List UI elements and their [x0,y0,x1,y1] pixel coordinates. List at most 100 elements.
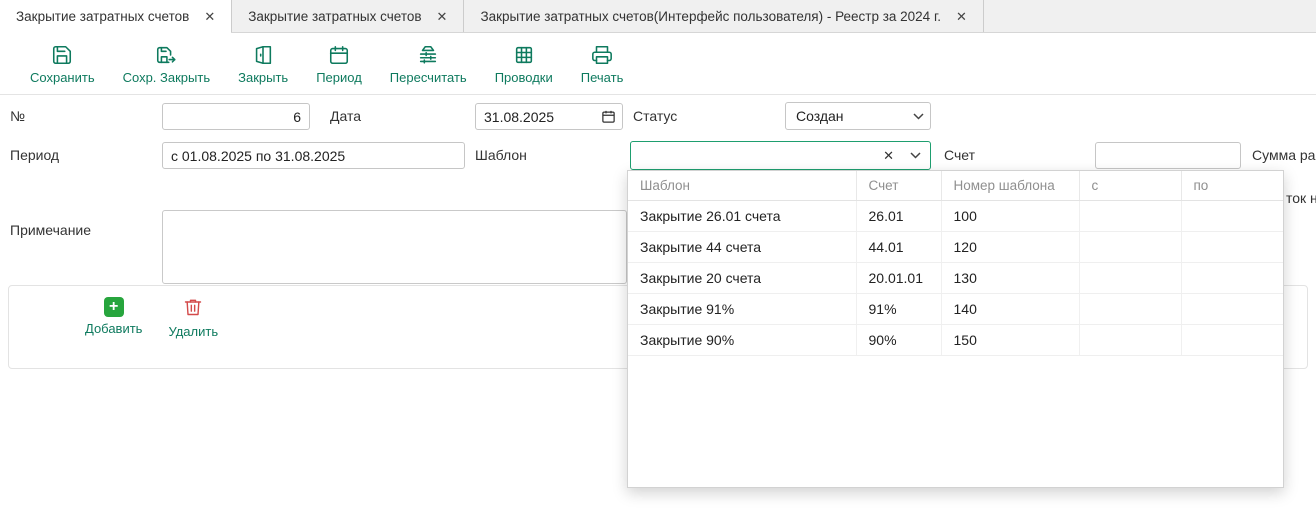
cell-template-number: 140 [941,293,1079,324]
save-button[interactable]: Сохранить [16,34,109,94]
save-icon [51,43,73,67]
cell-from [1079,262,1181,293]
account-input[interactable] [1096,148,1240,164]
cell-to [1181,231,1283,262]
template-combobox[interactable]: ✕ [630,141,931,170]
account-label: Счет [944,148,975,163]
toolbar-label: Закрыть [238,70,288,85]
template-input[interactable] [631,148,877,164]
tab-closing-accounts-registry[interactable]: Закрытие затратных счетов(Интерфейс поль… [464,0,983,32]
date-input[interactable] [476,109,595,125]
period-input[interactable] [163,148,464,164]
column-header[interactable]: с [1079,171,1181,200]
cell-template-number: 150 [941,324,1079,355]
tab-closing-accounts-2[interactable]: Закрытие затратных счетов ✕ [232,0,464,32]
column-header[interactable]: Шаблон [628,171,856,200]
cell-from [1079,293,1181,324]
add-row-button[interactable]: + Добавить [85,297,142,336]
close-button[interactable]: Закрыть [224,34,302,94]
close-document-icon [252,43,274,67]
template-option-row[interactable]: Закрытие 44 счета 44.01 120 [628,231,1283,262]
template-options-table: Шаблон Счет Номер шаблона с по Закрытие … [628,171,1283,356]
print-icon [591,43,613,67]
cell-account: 26.01 [856,200,941,231]
date-picker-calendar-icon[interactable] [595,109,622,124]
template-label: Шаблон [475,148,527,163]
date-label: Дата [330,109,361,124]
sum-label: Сумма рас [1252,148,1316,163]
add-label: Добавить [85,321,142,336]
period-label: Период [10,148,59,163]
column-header[interactable]: Номер шаблона [941,171,1079,200]
calendar-icon [328,43,350,67]
number-label: № [10,109,25,124]
recalculate-button[interactable]: Пересчитать [376,34,481,94]
note-textarea[interactable] [162,210,627,284]
toolbar-label: Проводки [495,70,553,85]
template-option-row[interactable]: Закрытие 20 счета 20.01.01 130 [628,262,1283,293]
balance-label-fragment: ток н [1286,191,1316,206]
template-table-header: Шаблон Счет Номер шаблона с по [628,171,1283,200]
toolbar-label: Сохр. Закрыть [123,70,211,85]
cell-to [1181,262,1283,293]
postings-button[interactable]: Проводки [481,34,567,94]
main-toolbar: Сохранить Сохр. Закрыть Закрыть Период П… [0,34,1316,95]
tab-label: Закрытие затратных счетов [16,9,189,24]
cell-template-number: 100 [941,200,1079,231]
template-dropdown-popup: Шаблон Счет Номер шаблона с по Закрытие … [627,170,1284,488]
recalculate-icon [417,43,439,67]
cell-to [1181,200,1283,231]
cell-template-number: 120 [941,231,1079,262]
template-option-row[interactable]: Закрытие 26.01 счета 26.01 100 [628,200,1283,231]
cell-from [1079,200,1181,231]
cell-to [1181,293,1283,324]
delete-row-button[interactable]: Удалить [168,297,218,339]
close-tab-icon[interactable]: ✕ [204,10,215,23]
cell-account: 20.01.01 [856,262,941,293]
period-button[interactable]: Период [302,34,376,94]
cell-template: Закрытие 90% [628,324,856,355]
save-close-icon [155,43,177,67]
number-field[interactable] [162,103,310,130]
number-input[interactable] [163,109,309,125]
cell-to [1181,324,1283,355]
tab-label: Закрытие затратных счетов [248,9,421,24]
delete-label: Удалить [168,324,218,339]
status-select[interactable]: Создан [785,102,931,130]
status-value: Создан [786,108,907,124]
cell-account: 91% [856,293,941,324]
template-option-row[interactable]: Закрытие 91% 91% 140 [628,293,1283,324]
print-button[interactable]: Печать [567,34,638,94]
cell-template-number: 130 [941,262,1079,293]
cell-from [1079,324,1181,355]
status-label: Статус [633,109,677,124]
app-window: Закрытие затратных счетов ✕ Закрытие зат… [0,0,1316,508]
tab-closing-accounts-1[interactable]: Закрытие затратных счетов ✕ [0,0,232,32]
period-field[interactable] [162,142,465,169]
cell-account: 90% [856,324,941,355]
toolbar-label: Печать [581,70,624,85]
column-header[interactable]: по [1181,171,1283,200]
close-tab-icon[interactable]: ✕ [437,10,448,23]
trash-icon [183,297,203,320]
toolbar-label: Пересчитать [390,70,467,85]
date-field[interactable] [475,103,623,130]
postings-grid-icon [513,43,535,67]
chevron-down-icon[interactable] [904,152,930,159]
clear-icon[interactable]: ✕ [877,148,904,164]
account-field[interactable] [1095,142,1241,169]
cell-template: Закрытие 91% [628,293,856,324]
note-label: Примечание [10,223,91,238]
tab-label: Закрытие затратных счетов(Интерфейс поль… [480,9,941,24]
cell-template: Закрытие 20 счета [628,262,856,293]
toolbar-label: Сохранить [30,70,95,85]
toolbar-label: Период [316,70,362,85]
chevron-down-icon[interactable] [907,113,930,120]
template-option-row[interactable]: Закрытие 90% 90% 150 [628,324,1283,355]
cell-template: Закрытие 44 счета [628,231,856,262]
close-tab-icon[interactable]: ✕ [956,10,967,23]
cell-account: 44.01 [856,231,941,262]
save-and-close-button[interactable]: Сохр. Закрыть [109,34,225,94]
column-header[interactable]: Счет [856,171,941,200]
plus-icon: + [104,297,124,317]
